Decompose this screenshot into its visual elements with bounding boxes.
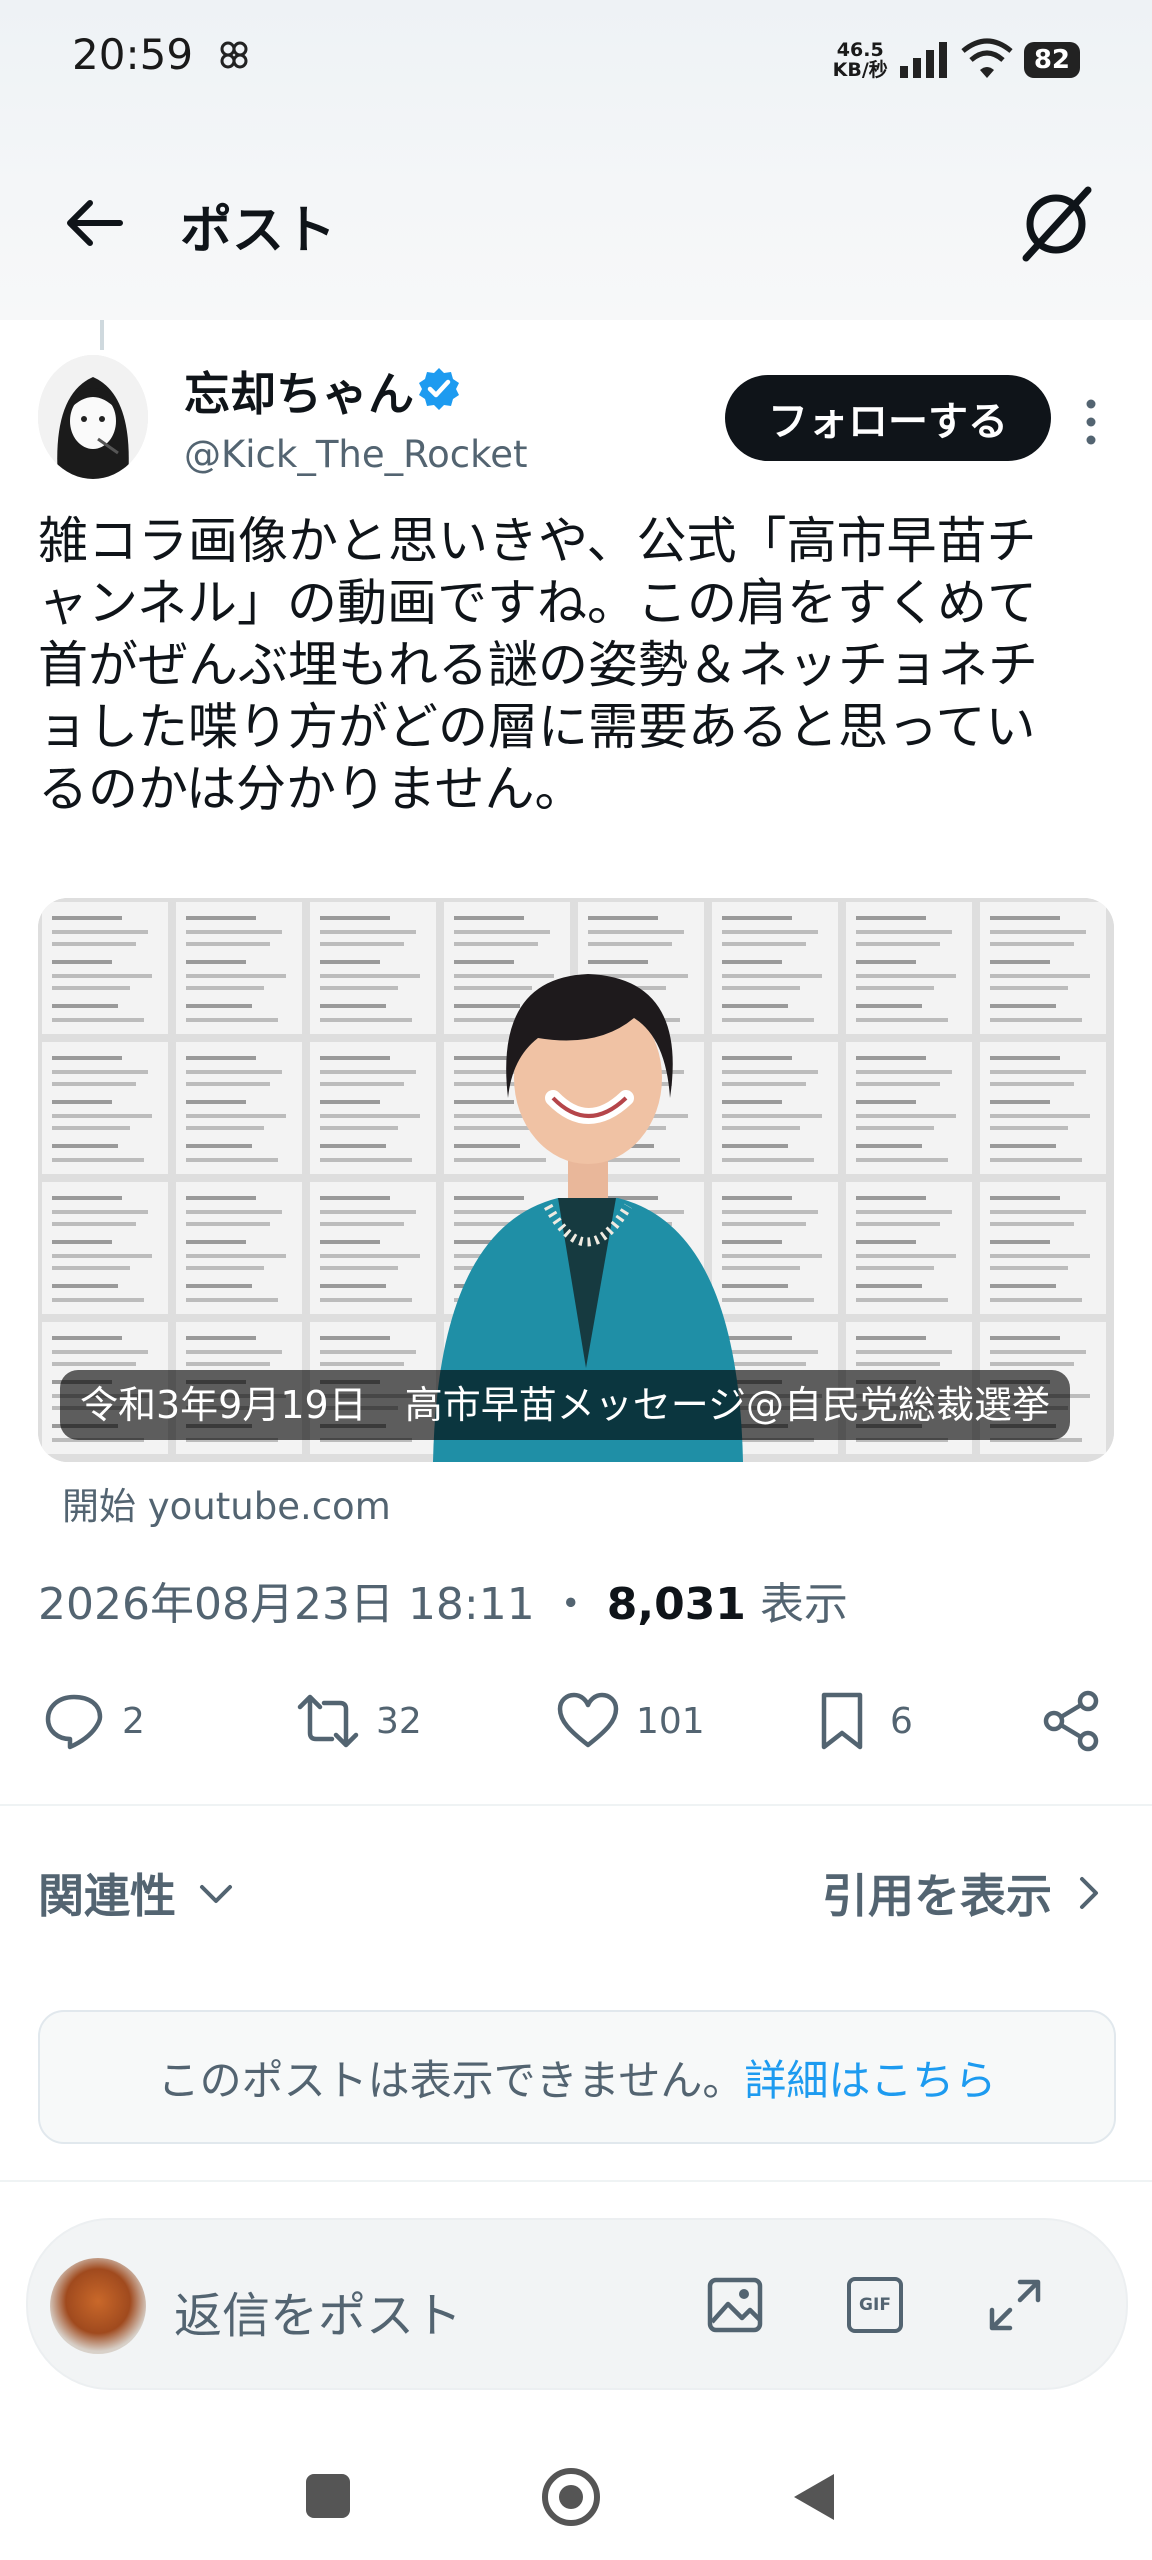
avatar[interactable] bbox=[38, 355, 148, 479]
page-title: ポスト bbox=[180, 201, 337, 261]
heart-icon bbox=[557, 1692, 619, 1748]
views-count: 8,031 bbox=[606, 1579, 746, 1630]
chevron-down-icon bbox=[200, 1885, 232, 1903]
thread-line bbox=[100, 320, 104, 350]
more-options-icon[interactable] bbox=[1076, 392, 1106, 452]
reply-sort-label: 関連性 bbox=[38, 1869, 176, 1923]
network-speed: 46.5 KB/秒 bbox=[832, 39, 888, 81]
status-time: 20:59 bbox=[72, 30, 252, 79]
bookmark-icon bbox=[821, 1692, 863, 1750]
reply-sort-dropdown[interactable]: 関連性 bbox=[38, 1860, 236, 1926]
post-text-line: ャンネル」の動画ですね。この肩をすくめて bbox=[38, 574, 1037, 632]
app-notification-icon bbox=[220, 41, 248, 69]
like-count: 101 bbox=[636, 1700, 705, 1742]
reply-input[interactable]: 返信をポスト bbox=[174, 2276, 462, 2346]
avatar-illustration bbox=[38, 355, 148, 479]
share-icon bbox=[1043, 1690, 1099, 1752]
details-link[interactable]: 詳細はこちら bbox=[744, 2047, 996, 2108]
home-button[interactable] bbox=[540, 2466, 602, 2528]
system-navigation-bar bbox=[0, 2420, 1152, 2560]
video-card[interactable]: 令和3年9月19日 高市早苗メッセージ@自民党総裁選挙 bbox=[38, 898, 1114, 1462]
post-meta: 2026年08月23日 18:11 ・ 8,031 表示 bbox=[38, 1568, 848, 1632]
post-timestamp[interactable]: 2026年08月23日 18:11 bbox=[38, 1579, 535, 1630]
repost-count: 32 bbox=[376, 1700, 422, 1742]
unavailable-post-notice: このポストは表示できません。 詳細はこちら bbox=[38, 2010, 1116, 2144]
post-text-line: 首がぜんぶ埋もれる謎の姿勢＆ネッチョネチ bbox=[38, 636, 1038, 694]
user-handle[interactable]: @Kick_The_Rocket bbox=[184, 433, 528, 476]
meta-separator: ・ bbox=[548, 1579, 593, 1630]
gif-button[interactable]: GIF bbox=[842, 2272, 908, 2338]
view-quotes-link[interactable]: 引用を表示 bbox=[822, 1860, 1104, 1926]
repost-icon bbox=[297, 1694, 359, 1748]
view-quotes-label: 引用を表示 bbox=[822, 1869, 1052, 1923]
expand-icon[interactable] bbox=[982, 2272, 1048, 2338]
bookmark-count: 6 bbox=[890, 1700, 913, 1742]
views-label: 表示 bbox=[759, 1579, 848, 1630]
divider bbox=[0, 2180, 1152, 2182]
repost-button[interactable]: 32 bbox=[296, 1686, 422, 1756]
reply-count: 2 bbox=[122, 1700, 145, 1742]
follow-button[interactable]: フォローする bbox=[725, 375, 1051, 461]
own-avatar bbox=[50, 2258, 146, 2354]
reply-button[interactable]: 2 bbox=[42, 1686, 145, 1756]
back-button[interactable] bbox=[60, 188, 140, 258]
back-triangle-icon[interactable] bbox=[790, 2470, 838, 2524]
reply-icon bbox=[45, 1694, 103, 1750]
reply-composer[interactable]: 返信をポスト GIF bbox=[26, 2218, 1128, 2390]
arrow-left-icon bbox=[67, 200, 123, 246]
gif-icon: GIF bbox=[847, 2277, 903, 2333]
link-source[interactable]: 開始 youtube.com bbox=[62, 1476, 391, 1530]
battery-indicator: 82 bbox=[1023, 42, 1080, 78]
image-icon[interactable] bbox=[702, 2272, 768, 2338]
post-text-line: 雑コラ画像かと思いきや、公式「高市早苗チ bbox=[38, 512, 1037, 570]
grok-button[interactable] bbox=[1010, 180, 1100, 270]
post-text: 雑コラ画像かと思いきや、公式「高市早苗チ ャンネル」の動画ですね。この肩をすくめ… bbox=[38, 510, 1118, 820]
chevron-right-icon bbox=[1080, 1877, 1098, 1909]
recents-button[interactable] bbox=[306, 2474, 350, 2518]
wifi-icon bbox=[961, 38, 1013, 78]
video-caption: 令和3年9月19日 高市早苗メッセージ@自民党総裁選挙 bbox=[60, 1370, 1070, 1440]
bookmark-button[interactable]: 6 bbox=[810, 1686, 913, 1756]
status-indicators: 46.5 KB/秒 82 bbox=[833, 30, 1080, 90]
divider bbox=[0, 1804, 1152, 1806]
unavailable-text: このポストは表示できません。 bbox=[157, 2055, 745, 2105]
grok-icon bbox=[1022, 186, 1092, 262]
like-button[interactable]: 101 bbox=[556, 1686, 705, 1756]
post-text-line: るのかは分かりません。 bbox=[38, 760, 585, 818]
verified-badge-icon bbox=[419, 368, 459, 410]
post-text-line: ョした喋り方がどの層に需要あると思ってい bbox=[38, 698, 1036, 756]
signal-icon bbox=[899, 42, 947, 78]
display-name[interactable]: 忘却ちゃん bbox=[184, 358, 414, 424]
share-button[interactable] bbox=[1040, 1686, 1104, 1756]
